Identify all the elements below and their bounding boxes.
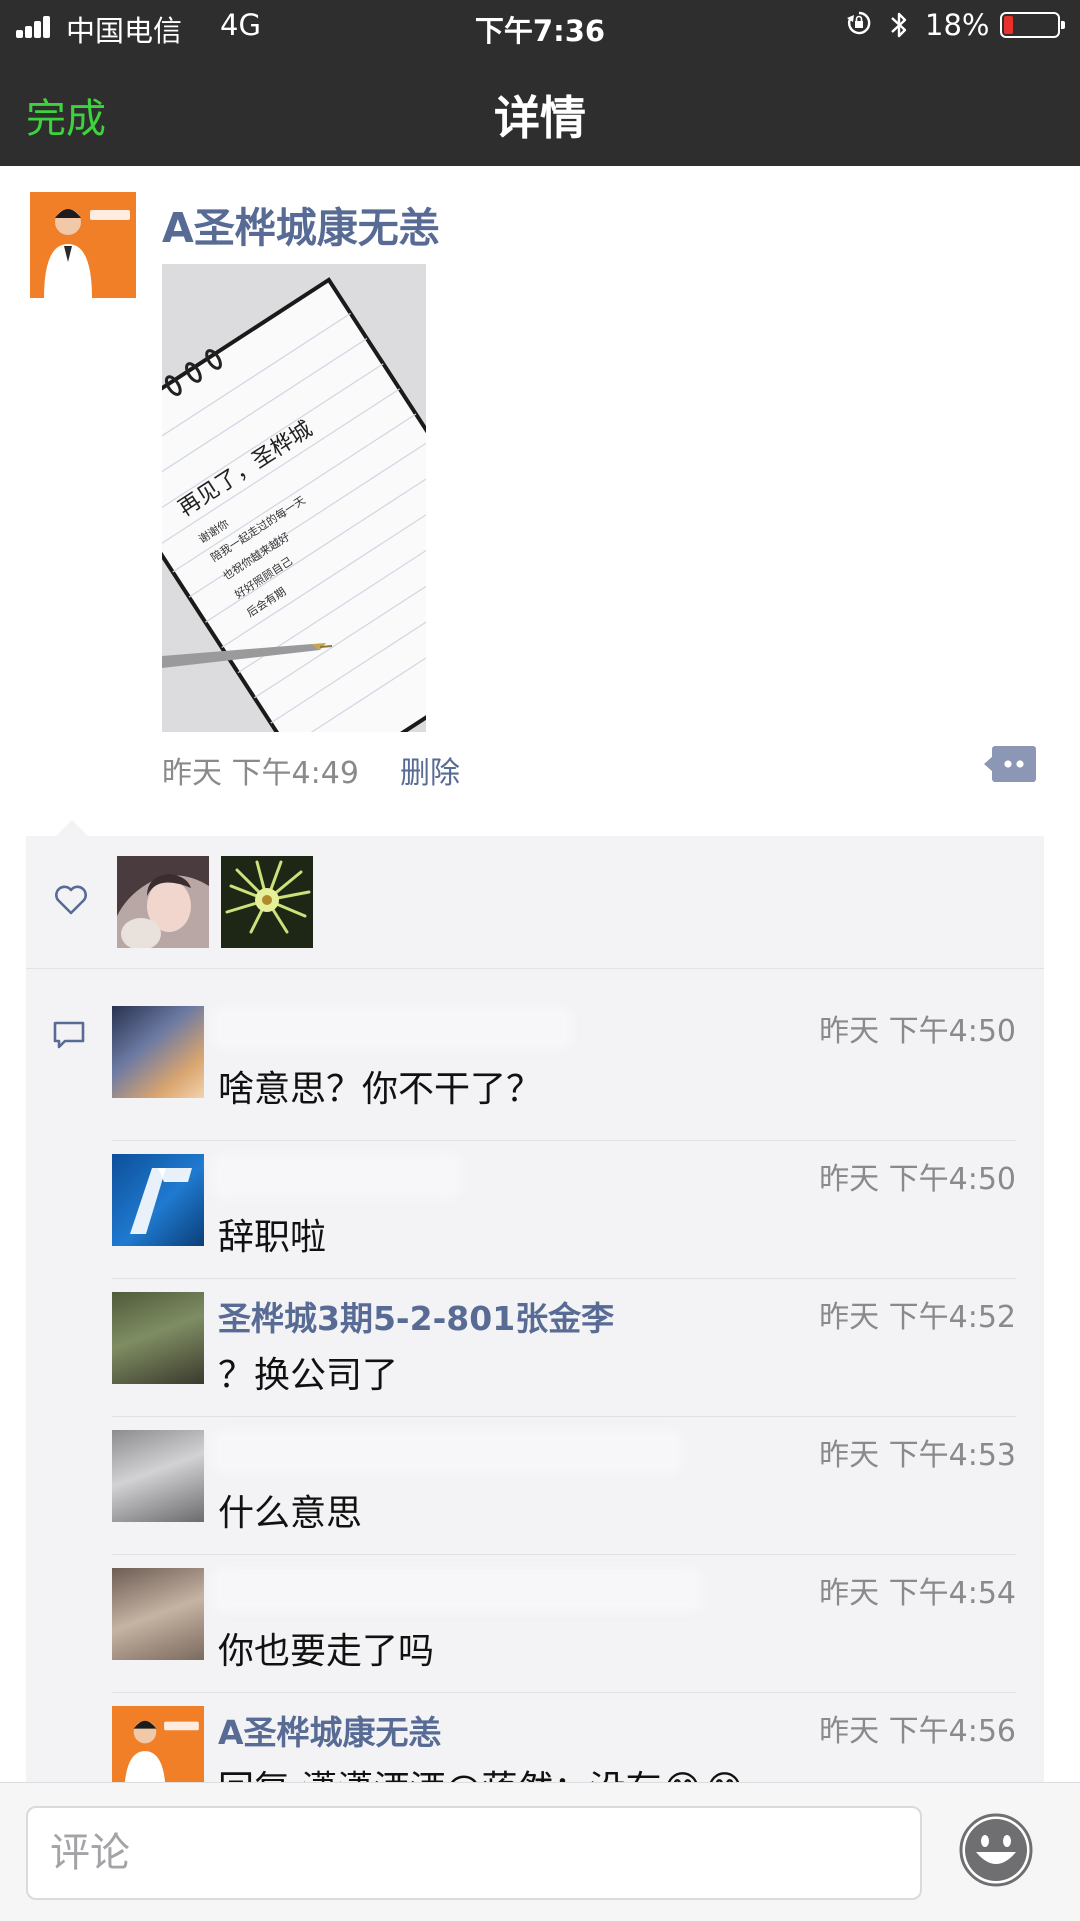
comment-time: 昨天 下午4:53 [819,1438,1016,1473]
comment-time: 昨天 下午4:56 [819,1714,1016,1749]
battery-percent: 18% [925,8,990,42]
liker-avatar[interactable] [221,856,313,948]
comment-item[interactable]: 圣桦城3期5-2-801张金李 昨天 下午4:52 ？换公司了 [112,1292,1016,1417]
name-redaction [212,1568,702,1612]
bluetooth-icon [891,12,907,38]
comment-bubble-icon [53,1021,85,1049]
comment-divider [112,1416,1016,1417]
comment-divider [112,1278,1016,1279]
author-avatar-image [30,192,136,298]
liker-avatar-image [221,856,313,948]
commenter-avatar[interactable] [112,1430,204,1522]
comment-item[interactable]: 昨天 下午4:54 你也要走了吗 [112,1568,1016,1693]
heart-icon [55,885,87,915]
comment-item[interactable]: 昨天 下午4:53 什么意思 [112,1430,1016,1555]
page-title: 详情 [494,91,586,145]
commenter-avatar[interactable] [112,1568,204,1660]
panel-pointer [56,820,88,836]
comment-divider [112,1554,1016,1555]
comment-text: 辞职啦 [218,1217,327,1258]
comment-time: 昨天 下午4:50 [819,1162,1016,1197]
comment-time: 昨天 下午4:52 [819,1300,1016,1335]
commenter-avatar[interactable] [112,1154,204,1246]
commenter-avatar[interactable] [112,1292,204,1384]
post-time: 昨天 下午4:49 [162,756,359,791]
status-time: 下午7:36 [474,14,606,48]
comment-text: 什么意思 [218,1493,363,1534]
commenter-avatar-image [130,1168,192,1234]
emoji-icon[interactable] [958,1812,1034,1888]
name-redaction [212,1430,682,1474]
battery-icon [1000,12,1065,38]
likes-divider [26,968,1044,969]
comment-divider [112,1140,1016,1141]
comment-text: 你也要走了吗 [218,1631,435,1672]
commenter-avatar[interactable] [112,1006,204,1098]
commenter-name[interactable]: A圣桦城康无恙 [218,1706,442,1754]
comment-text: 啥意思？你不干了？ [218,1069,543,1110]
post-author-name[interactable]: A圣桦城康无恙 [162,194,440,254]
comment-text: ？换公司了 [218,1355,399,1396]
post-photo[interactable]: 再见了，圣桦城 谢谢你 陪我一起走过的每一天 也祝你越来越好 好好照顾自己 后会… [162,264,426,732]
status-bar: 中国电信 4G 下午7:36 18% [0,0,1080,52]
name-redaction [212,1154,462,1198]
comment-input[interactable] [26,1806,922,1900]
rotation-lock-icon [847,11,871,35]
liker-avatar-image [117,856,209,948]
liker-avatar[interactable] [117,856,209,948]
delete-button[interactable]: 删除 [400,748,460,792]
name-redaction [212,1006,572,1050]
commenter-name[interactable]: 圣桦城3期5-2-801张金李 [218,1292,614,1340]
comment-time: 昨天 下午4:54 [819,1576,1016,1611]
top-bar: 中国电信 4G 下午7:36 18% 完成 详情 [0,0,1080,166]
comment-time: 昨天 下午4:50 [819,1014,1016,1049]
comment-action-icon[interactable] [984,746,1036,782]
comment-item[interactable]: 昨天 下午4:50 啥意思？你不干了？ [112,1006,1016,1141]
notebook-photo: 再见了，圣桦城 谢谢你 陪我一起走过的每一天 也祝你越来越好 好好照顾自己 后会… [162,264,426,732]
comment-divider [112,1692,1016,1693]
author-avatar[interactable] [30,192,136,298]
comment-item[interactable]: 昨天 下午4:50 辞职啦 [112,1154,1016,1279]
